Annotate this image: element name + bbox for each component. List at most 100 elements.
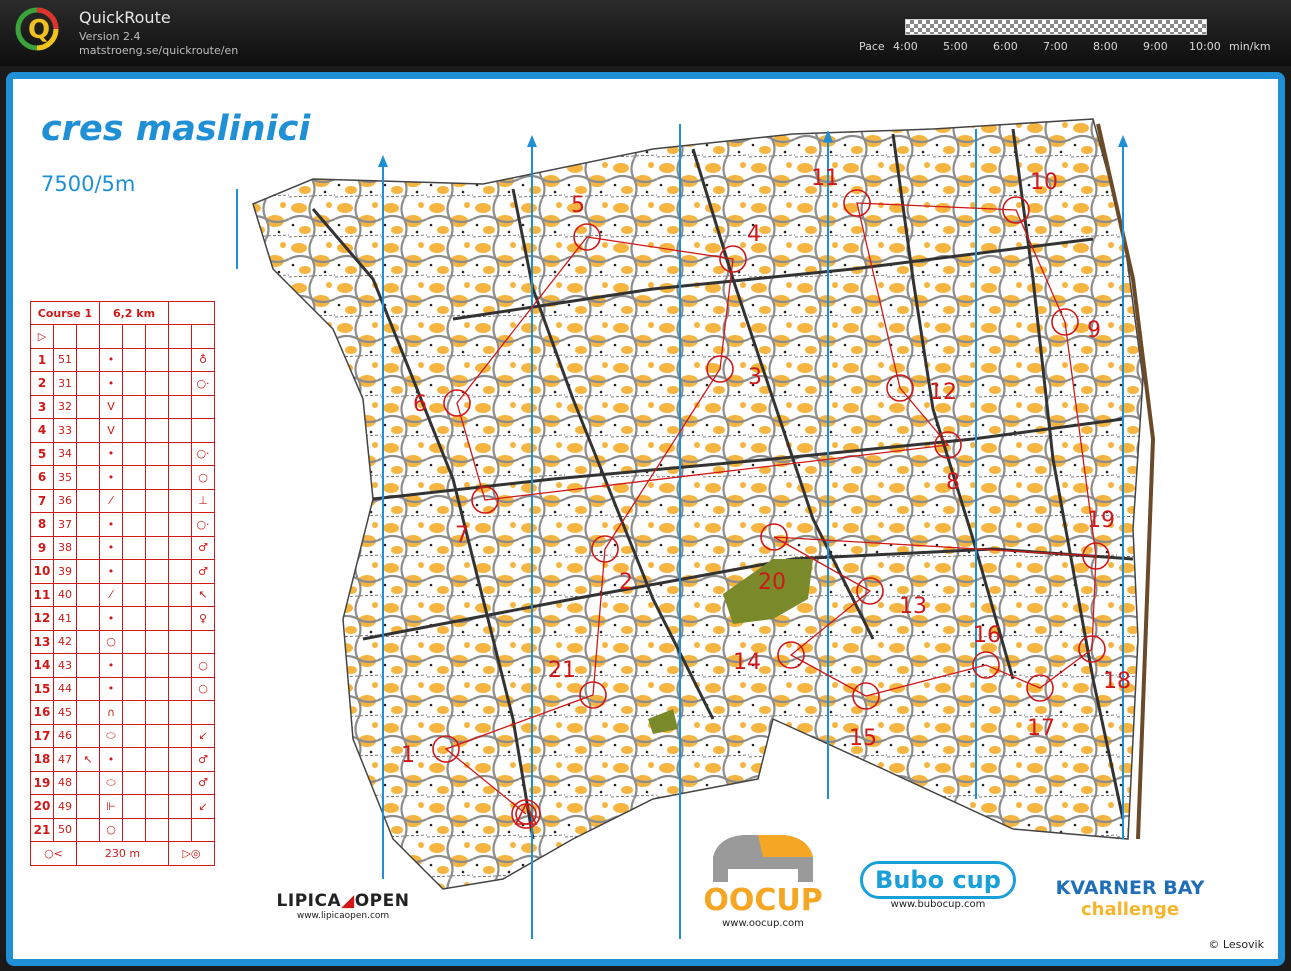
oocup-logo: OOCUP www.oocup.com [703, 827, 823, 929]
control-cell [168, 441, 192, 466]
control-cell [122, 582, 146, 607]
lipica-name-open: OPEN [354, 891, 410, 911]
pace-color-scale[interactable] [905, 19, 1207, 35]
control-number: 2 [30, 371, 54, 396]
terrain-area [252, 118, 1144, 890]
control-row: 18 47 ↖ • ♂ [30, 747, 215, 772]
control-number: 14 [30, 653, 54, 678]
control-number: 19 [30, 770, 54, 795]
control-cell [122, 418, 146, 443]
control-cell [168, 418, 192, 443]
finish-start-symbol: ○< [30, 841, 77, 866]
control-code: 32 [53, 394, 77, 419]
app-version: Version 2.4 [79, 30, 141, 43]
control-feature-icon: • [99, 512, 123, 537]
control-clue-icon: ○ [191, 465, 215, 490]
control-extra [76, 441, 100, 466]
control-code: 37 [53, 512, 77, 537]
control-cell [145, 770, 169, 795]
control-number: 17 [30, 723, 54, 748]
control-feature-icon: • [99, 371, 123, 396]
control-code: 38 [53, 535, 77, 560]
oocup-url[interactable]: www.oocup.com [703, 918, 823, 929]
control-cell [122, 606, 146, 631]
control-number: 4 [30, 418, 54, 443]
control-code: 45 [53, 700, 77, 725]
control-label: 5 [571, 193, 585, 218]
oocup-name: OOCUP [703, 883, 823, 918]
lipica-open-logo: LIPICA◢OPEN www.lipicaopen.com [263, 879, 423, 921]
control-code: 41 [53, 606, 77, 631]
control-code: 43 [53, 653, 77, 678]
control-code: 47 [53, 747, 77, 772]
control-cell [168, 371, 192, 396]
control-number: 6 [30, 465, 54, 490]
bubo-url[interactable]: www.bubocup.com [858, 899, 1018, 910]
finish-distance: 230 m [76, 841, 169, 866]
control-cell [145, 371, 169, 396]
control-cell [122, 347, 146, 372]
control-code: 39 [53, 559, 77, 584]
app-url[interactable]: matstroeng.se/quickroute/en [79, 44, 238, 57]
control-cell [122, 465, 146, 490]
control-description-table: Course 1 6,2 km ▷ 1 51 • ♁ 2 31 • ○· 3 32 V 4 33 V 5 34… [30, 301, 215, 866]
control-feature-icon: ○ [99, 817, 123, 842]
control-number: 18 [30, 747, 54, 772]
lipica-url[interactable]: www.lipicaopen.com [263, 911, 423, 921]
control-number: 12 [30, 606, 54, 631]
control-cell [145, 559, 169, 584]
control-clue-icon [191, 700, 215, 725]
control-row: 12 41 • ♀ [30, 606, 215, 631]
svg-text:Q: Q [28, 15, 50, 45]
control-label: 7 [455, 523, 469, 548]
control-cell [122, 747, 146, 772]
control-clue-icon [191, 817, 215, 842]
control-extra [76, 371, 100, 396]
control-row: 20 49 ⊩ ↙ [30, 794, 215, 819]
orienteering-map[interactable]: cres maslinici 7500/5m 1 2 3 4 5 6 7 8 9… [13, 79, 1278, 959]
control-extra [76, 629, 100, 654]
control-cell [122, 535, 146, 560]
control-label: 2 [619, 570, 633, 595]
control-code: 36 [53, 488, 77, 513]
course-length: 6,2 km [99, 301, 169, 325]
control-extra [76, 535, 100, 560]
control-extra [76, 676, 100, 701]
kvarner-line2: challenge [1080, 899, 1180, 920]
control-number: 10 [30, 559, 54, 584]
control-code: 49 [53, 794, 77, 819]
control-row: 19 48 ⬭ ♂ [30, 770, 215, 795]
control-cell [145, 582, 169, 607]
bubo-name: Bubo cup [860, 861, 1016, 899]
control-cell [168, 559, 192, 584]
control-feature-icon: ∩ [99, 700, 123, 725]
control-clue-icon: ↙ [191, 794, 215, 819]
control-number: 1 [30, 347, 54, 372]
control-label: 13 [899, 594, 927, 619]
control-cell [145, 629, 169, 654]
control-clue-icon: ♂ [191, 535, 215, 560]
control-label: 10 [1030, 170, 1058, 195]
control-label: 12 [929, 380, 957, 405]
control-label: 14 [733, 650, 761, 675]
course-name: Course 1 [30, 301, 100, 325]
control-extra [76, 394, 100, 419]
control-row: 21 50 ○ [30, 817, 215, 842]
control-code: 33 [53, 418, 77, 443]
control-clue-icon: ♂ [191, 559, 215, 584]
control-extra [76, 723, 100, 748]
control-row: 4 33 V [30, 418, 215, 443]
control-label: 1 [401, 743, 415, 768]
control-cell [168, 465, 192, 490]
control-clue-icon: ○· [191, 371, 215, 396]
control-number: 3 [30, 394, 54, 419]
control-row: 10 39 • ♂ [30, 559, 215, 584]
control-cell [145, 653, 169, 678]
control-code: 34 [53, 441, 77, 466]
control-feature-icon: • [99, 347, 123, 372]
pace-tick: 7:00 [1043, 40, 1068, 53]
control-feature-icon: • [99, 465, 123, 490]
control-cell [145, 512, 169, 537]
control-row: 16 45 ∩ [30, 700, 215, 725]
pace-tick: 8:00 [1093, 40, 1118, 53]
